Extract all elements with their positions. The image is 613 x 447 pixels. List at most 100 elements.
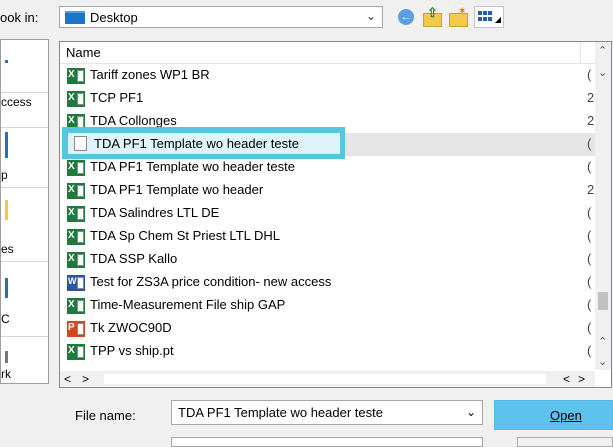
scroll-down-icon[interactable]: ⌄: [598, 355, 607, 368]
desktop-folder-icon: [65, 11, 85, 24]
file-name: TDA PF1 Template wo header teste: [90, 159, 295, 174]
excel-icon: [67, 183, 85, 199]
file-name-value: TDA PF1 Template wo header teste: [178, 405, 383, 420]
document-icon: [74, 136, 87, 151]
place-label: ccess: [1, 95, 32, 109]
file-date: (: [587, 228, 592, 243]
scroll-up-icon[interactable]: ⌃: [598, 44, 607, 57]
list-item[interactable]: TDA Salindres LTL DE (: [62, 202, 597, 225]
scroll-right-icon[interactable]: >: [82, 372, 89, 386]
file-name: TDA Salindres LTL DE: [90, 205, 220, 220]
file-name-input[interactable]: TDA PF1 Template wo header teste ⌄: [171, 400, 483, 425]
list-item[interactable]: TDA Sp Chem St Priest LTL DHL (: [62, 225, 597, 248]
file-date: (: [587, 320, 592, 335]
file-name: TCP PF1: [90, 90, 144, 105]
file-name: TDA PF1 Template wo header: [90, 182, 264, 197]
file-date: (: [587, 343, 592, 358]
horizontal-scroll-thumb[interactable]: [104, 374, 546, 384]
back-button[interactable]: ←: [395, 6, 417, 28]
place-label: rk: [1, 367, 11, 381]
view-menu-button[interactable]: ◢: [474, 6, 504, 28]
cancel-button[interactable]: [517, 437, 613, 447]
look-in-value: Desktop: [90, 10, 138, 25]
file-type-dropdown[interactable]: [171, 437, 483, 447]
file-name: Tk ZWOC90D: [90, 320, 172, 335]
file-date: (: [587, 297, 592, 312]
scroll-thumb[interactable]: [598, 292, 608, 310]
list-item[interactable]: Time-Measurement File ship GAP (: [62, 294, 597, 317]
column-header-name[interactable]: Name: [66, 45, 101, 60]
place-desktop[interactable]: p: [1, 128, 48, 188]
list-item[interactable]: Test for ZS3A price condition- new acces…: [62, 271, 597, 294]
libraries-icon: [5, 200, 8, 220]
scroll-end-arrows-icon[interactable]: <>: [563, 372, 593, 386]
place-quick-access[interactable]: ccess: [1, 93, 48, 128]
desktop-icon: [5, 132, 8, 158]
file-name: Time-Measurement File ship GAP: [90, 297, 286, 312]
recent-icon: [5, 60, 8, 63]
back-arrow-icon: ←: [398, 9, 414, 25]
file-date: (: [587, 159, 592, 174]
scroll-left-icon[interactable]: <: [64, 372, 71, 386]
tooltip-text: TDA PF1 Template wo header teste: [94, 136, 299, 151]
file-date: 2: [587, 182, 595, 197]
place-label: p: [1, 168, 8, 182]
list-item[interactable]: Tk ZWOC90D (: [62, 317, 597, 340]
open-button-label: Open: [550, 408, 582, 423]
vertical-scrollbar[interactable]: ⌃ ⌄ ⌃ ⌄: [595, 42, 611, 370]
excel-icon: [67, 252, 85, 268]
file-date: (: [587, 251, 592, 266]
tooltip-body: TDA PF1 Template wo header teste: [68, 133, 340, 154]
column-divider: [580, 42, 581, 63]
file-date: (: [587, 205, 592, 220]
file-name: TDA Sp Chem St Priest LTL DHL: [90, 228, 281, 243]
list-item[interactable]: TPP vs ship.pt (: [62, 340, 597, 363]
list-header: Name: [60, 42, 595, 64]
place-this-pc[interactable]: C: [1, 262, 48, 337]
file-date: 2: [587, 90, 595, 105]
sparkle-icon: ✶: [458, 6, 467, 17]
look-in-label: ook in:: [0, 10, 39, 25]
scroll-down-small-icon[interactable]: ⌃: [598, 335, 607, 348]
places-bar: ccess p es C rk: [0, 39, 49, 384]
place-network[interactable]: rk: [1, 337, 48, 383]
new-folder-button[interactable]: ✶: [447, 6, 469, 28]
file-name: TDA Collonges: [90, 113, 177, 128]
file-date: (: [587, 136, 592, 151]
open-button[interactable]: Open: [494, 400, 613, 430]
look-in-dropdown[interactable]: Desktop ⌄: [59, 6, 383, 28]
file-date: 2: [587, 113, 595, 128]
file-name: TPP vs ship.pt: [90, 343, 174, 358]
file-date: (: [587, 274, 592, 289]
chevron-down-icon[interactable]: ⌄: [466, 405, 476, 419]
list-item[interactable]: TCP PF1 2: [62, 87, 597, 110]
chevron-down-icon: ⌄: [365, 9, 376, 23]
horizontal-scrollbar[interactable]: < > <>: [60, 371, 595, 387]
place-libraries[interactable]: es: [1, 188, 48, 262]
list-item[interactable]: TDA PF1 Template wo header teste (: [62, 156, 597, 179]
view-grid-icon: [478, 11, 492, 23]
excel-icon: [67, 298, 85, 314]
excel-icon: [67, 229, 85, 245]
list-item[interactable]: TDA PF1 Template wo header 2: [62, 179, 597, 202]
computer-icon: [5, 278, 8, 298]
word-icon: [67, 275, 85, 291]
list-item[interactable]: TDA SSP Kallo (: [62, 248, 597, 271]
file-date: (: [587, 67, 592, 82]
place-label: es: [1, 242, 14, 256]
file-tooltip: TDA PF1 Template wo header teste: [62, 127, 345, 159]
scroll-up-small-icon[interactable]: ⌄: [598, 66, 607, 79]
powerpoint-icon: [67, 321, 85, 337]
list-item[interactable]: Tariff zones WP1 BR (: [62, 64, 597, 87]
excel-icon: [67, 206, 85, 222]
up-one-level-button[interactable]: ⇧: [421, 5, 443, 28]
file-name: Test for ZS3A price condition- new acces…: [90, 274, 332, 289]
place-recent[interactable]: [1, 40, 48, 93]
file-name: Tariff zones WP1 BR: [90, 67, 210, 82]
file-list[interactable]: Name Tariff zones WP1 BR ( TCP PF1 2 TDA…: [59, 41, 612, 388]
excel-icon: [67, 160, 85, 176]
file-name: TDA SSP Kallo: [90, 251, 178, 266]
file-name-label: File name:: [75, 408, 136, 423]
place-label: C: [1, 312, 10, 326]
up-arrow-icon: ⇧: [427, 5, 438, 20]
